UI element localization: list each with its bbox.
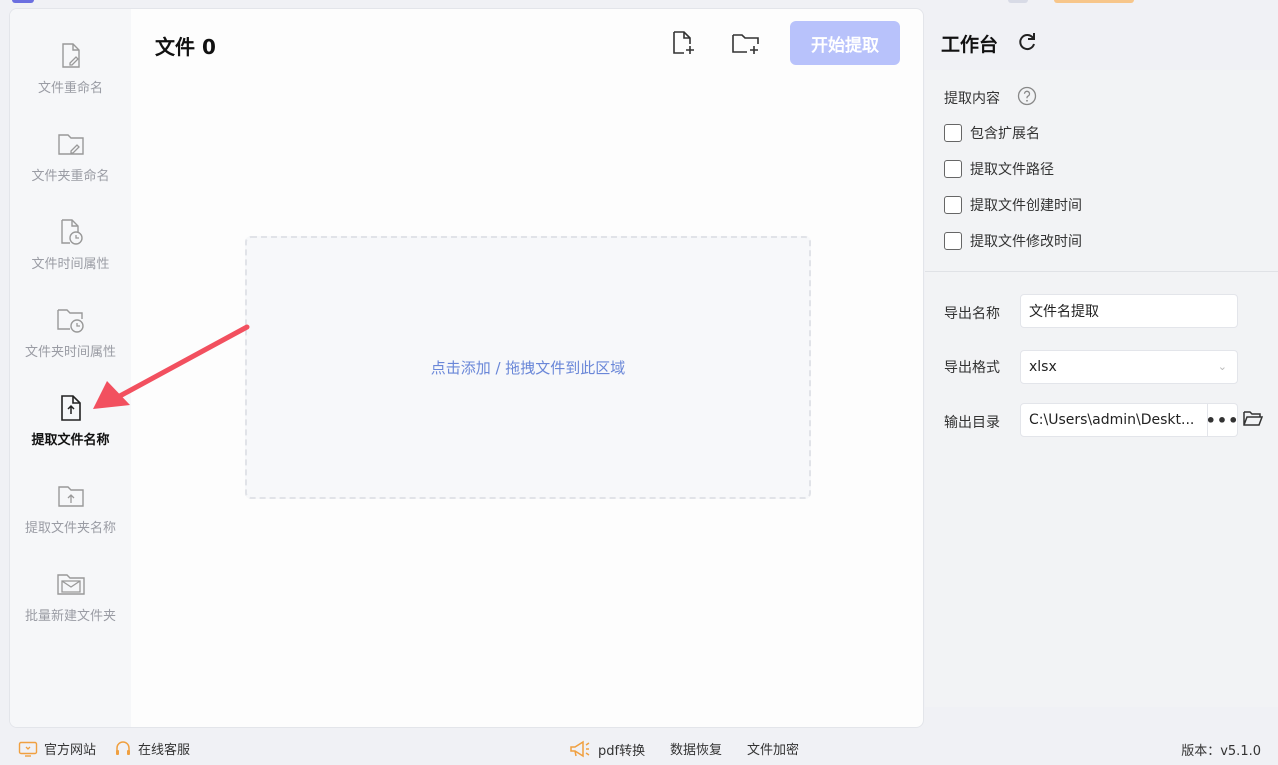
folder-clock-icon <box>56 305 86 335</box>
output-dir-value: C:\Users\admin\Deskt... <box>1029 412 1195 428</box>
option-label: 提取文件路径 <box>970 162 1054 178</box>
sidebar-item-label: 提取文件名称 <box>31 433 110 448</box>
include-extension-checkbox[interactable] <box>944 124 962 142</box>
export-format-label: 导出格式 <box>944 360 1000 376</box>
title-bar-strip <box>0 0 1278 8</box>
refresh-icon <box>1019 33 1035 51</box>
file-label: 文件 <box>155 35 195 59</box>
file-upload-icon <box>56 393 86 423</box>
option-extract-path[interactable]: 提取文件路径 <box>944 159 1054 179</box>
file-encrypt-link[interactable]: 文件加密 <box>747 739 799 758</box>
extract-modified-time-checkbox[interactable] <box>944 232 962 250</box>
app-logo-edge <box>12 0 34 3</box>
file-clock-icon <box>56 217 86 247</box>
add-folder-button[interactable] <box>731 29 759 57</box>
workbench-panel: 提取内容 包含扩展名 提取文件路径 提取文件创建时间 提取文件修改时间 导出名称… <box>925 70 1278 707</box>
export-format-value: xlsx <box>1029 359 1057 375</box>
folder-open-icon <box>1243 411 1264 426</box>
help-icon[interactable] <box>1017 86 1037 106</box>
sidebar-item-file-rename[interactable]: 文件重命名 <box>10 41 131 111</box>
browse-more-button[interactable]: ••• <box>1206 403 1238 437</box>
vip-badge-edge <box>1054 0 1134 3</box>
option-extract-modified-time[interactable]: 提取文件修改时间 <box>944 231 1082 251</box>
sidebar-item-label: 批量新建文件夹 <box>24 609 116 624</box>
start-extract-button[interactable]: 开始提取 <box>790 21 900 65</box>
sidebar-item-label: 文件夹重命名 <box>31 169 110 184</box>
file-count-title: 文件 0 <box>155 31 216 60</box>
pdf-convert-label: pdf转换 <box>598 743 646 759</box>
output-dir-field[interactable]: C:\Users\admin\Deskt... <box>1020 403 1208 437</box>
megaphone-icon <box>570 740 590 758</box>
output-dir-label: 输出目录 <box>944 415 1000 431</box>
option-include-extension[interactable]: 包含扩展名 <box>944 123 1040 143</box>
refresh-button[interactable] <box>1016 31 1038 53</box>
official-site-link[interactable]: 官方网站 <box>18 739 96 758</box>
open-folder-button[interactable] <box>1242 409 1264 431</box>
option-label: 提取文件修改时间 <box>970 234 1082 250</box>
export-name-input[interactable] <box>1029 303 1237 319</box>
export-name-label: 导出名称 <box>944 306 1000 322</box>
section-divider <box>925 271 1278 272</box>
official-site-label: 官方网站 <box>44 743 97 758</box>
version-label: 版本：v5.1.0 <box>1181 744 1261 759</box>
sidebar-item-label: 文件时间属性 <box>31 257 110 272</box>
sidebar-item-file-time[interactable]: 文件时间属性 <box>10 217 131 287</box>
mail-folder-icon <box>56 569 86 599</box>
online-service-link[interactable]: 在线客服 <box>114 739 190 758</box>
headset-icon <box>116 740 130 755</box>
file-count: 0 <box>201 35 216 59</box>
monitor-icon <box>18 741 38 757</box>
main-panel: 文件重命名 文件夹重命名 文件时间属性 文件夹时间属性 提取文件名称 提取文件夹… <box>9 8 924 728</box>
pointer-arrow <box>93 324 250 409</box>
data-recovery-link[interactable]: 数据恢复 <box>670 739 722 758</box>
extract-path-checkbox[interactable] <box>944 160 962 178</box>
file-encrypt-label: 文件加密 <box>747 743 800 758</box>
option-extract-created-time[interactable]: 提取文件创建时间 <box>944 195 1082 215</box>
online-service-label: 在线客服 <box>138 743 191 758</box>
folder-upload-icon <box>56 481 86 511</box>
drop-zone-hint: 点击添加 / 拖拽文件到此区域 <box>430 359 626 377</box>
export-name-field[interactable] <box>1020 294 1238 328</box>
file-drop-zone[interactable]: 点击添加 / 拖拽文件到此区域 <box>245 236 811 499</box>
extract-content-label: 提取内容 <box>944 91 1000 107</box>
export-format-select[interactable]: xlsx ⌄ <box>1020 350 1238 384</box>
pdf-convert-link[interactable]: pdf转换 <box>568 739 645 759</box>
file-edit-icon <box>56 41 86 71</box>
sidebar-item-label: 提取文件夹名称 <box>24 521 116 536</box>
sidebar-item-folder-rename[interactable]: 文件夹重命名 <box>10 129 131 199</box>
avatar-edge <box>1008 0 1028 3</box>
option-label: 提取文件创建时间 <box>970 198 1082 214</box>
data-recovery-label: 数据恢复 <box>670 743 723 758</box>
sidebar-item-batch-create-folder[interactable]: 批量新建文件夹 <box>10 569 131 639</box>
sidebar-item-extract-foldername[interactable]: 提取文件夹名称 <box>10 481 131 551</box>
add-file-button[interactable] <box>669 29 697 57</box>
option-label: 包含扩展名 <box>970 126 1040 142</box>
add-folder-icon <box>732 34 759 54</box>
chevron-down-icon: ⌄ <box>1217 360 1227 373</box>
workbench-title: 工作台 <box>941 34 999 56</box>
folder-edit-icon <box>56 129 86 159</box>
footer-bar: 官方网站 在线客服 pdf转换 数据恢复 文件加密 版本：v5.1.0 <box>0 728 1278 765</box>
sidebar-item-label: 文件重命名 <box>37 81 103 96</box>
extract-created-time-checkbox[interactable] <box>944 196 962 214</box>
content-header: 文件 0 开始提取 <box>131 9 923 79</box>
add-file-icon <box>673 31 694 54</box>
